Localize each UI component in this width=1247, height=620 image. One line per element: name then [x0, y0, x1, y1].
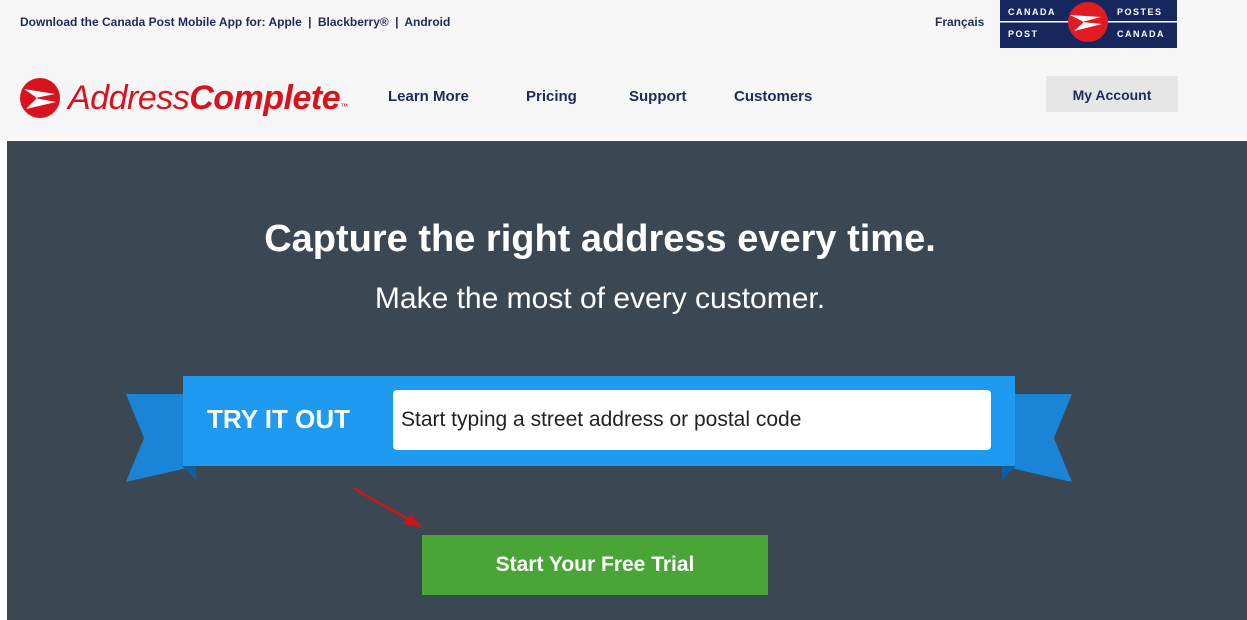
- nav-customers[interactable]: Customers: [734, 88, 812, 105]
- nav-learn-more[interactable]: Learn More: [388, 88, 469, 105]
- addresscomplete-logo-icon: [20, 78, 60, 118]
- main-header: AddressComplete™ Learn More Pricing Supp…: [0, 50, 1247, 140]
- logo-line2-right: CANADA: [1117, 29, 1165, 39]
- link-separator: |: [308, 15, 312, 29]
- address-search-input[interactable]: [393, 390, 991, 450]
- logo-line1-left: CANADA: [1008, 7, 1056, 17]
- try-it-out-label: TRY IT OUT: [207, 404, 350, 434]
- apple-app-link[interactable]: Apple: [268, 15, 301, 29]
- addresscomplete-logo[interactable]: AddressComplete™: [18, 78, 358, 118]
- brand-bold-text: Complete: [189, 79, 341, 117]
- brand-trademark: ™: [340, 102, 348, 111]
- canada-post-logo[interactable]: CANADA POSTES POST CANADA: [1000, 0, 1177, 48]
- logo-line2-left: POST: [1008, 29, 1039, 39]
- blackberry-app-link[interactable]: Blackberry®: [318, 15, 389, 29]
- language-toggle-link[interactable]: Français: [935, 15, 984, 29]
- logo-line1-right: POSTES: [1117, 7, 1163, 17]
- hero-subheadline: Make the most of every customer.: [374, 282, 826, 315]
- brand-regular-text: Address: [68, 79, 190, 117]
- start-free-trial-button[interactable]: Start Your Free Trial: [422, 535, 768, 595]
- top-utility-bar: Download the Canada Post Mobile App for:…: [0, 0, 1247, 50]
- app-download-text: Download the Canada Post Mobile App for:…: [20, 15, 450, 29]
- nav-pricing[interactable]: Pricing: [526, 88, 577, 105]
- red-arrow-icon: [352, 486, 423, 528]
- hero-headline: Capture the right address every time.: [264, 218, 936, 260]
- android-app-link[interactable]: Android: [404, 15, 450, 29]
- link-separator: |: [395, 15, 399, 29]
- nav-support[interactable]: Support: [629, 88, 687, 105]
- app-download-label: Download the Canada Post Mobile App for:: [20, 15, 266, 29]
- addresscomplete-wordmark: AddressComplete™: [68, 78, 348, 127]
- my-account-button[interactable]: My Account: [1046, 76, 1178, 112]
